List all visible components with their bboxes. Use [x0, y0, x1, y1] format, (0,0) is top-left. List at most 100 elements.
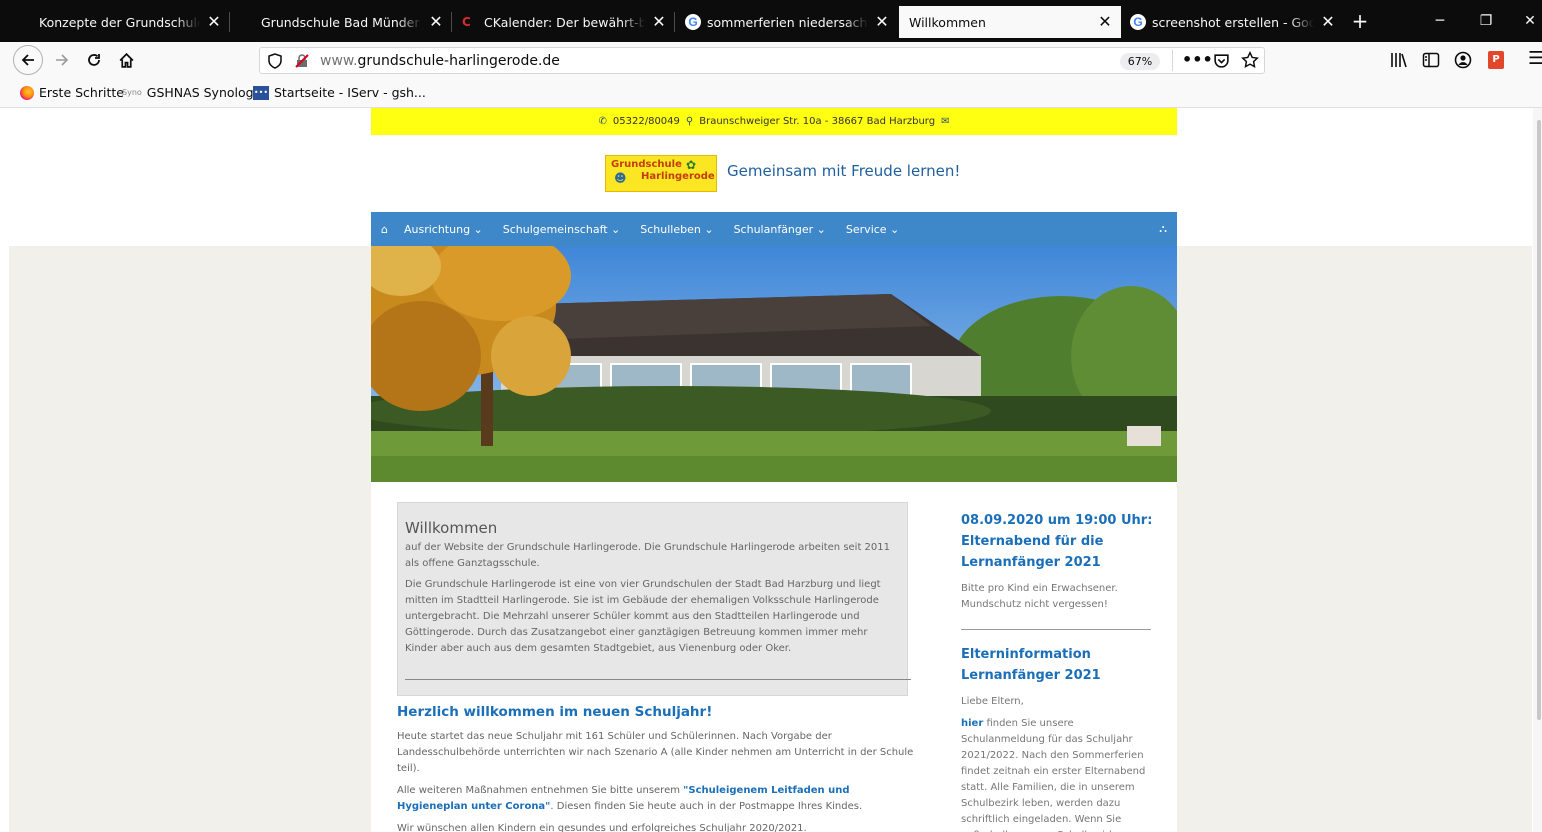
close-icon[interactable]: ✕: [874, 14, 890, 30]
divider: [1172, 50, 1173, 71]
news-paragraph: Alle weiteren Maßnahmen entnehmen Sie bi…: [397, 783, 917, 815]
close-icon[interactable]: ✕: [428, 14, 444, 30]
tab-willkommen[interactable]: Willkommen ✕: [899, 6, 1121, 38]
header-logo-area: Grundschule Harlingerode ✿ ☻ Gemeinsam m…: [371, 135, 1177, 212]
bookmark-label: GSHNAS Synology: [146, 85, 261, 100]
divider: [961, 629, 1151, 630]
pocket-icon[interactable]: [1213, 52, 1230, 69]
star-icon[interactable]: [1241, 51, 1259, 69]
welcome-paragraph: auf der Website der Grundschule Harlinge…: [405, 542, 891, 569]
back-button[interactable]: [13, 45, 43, 75]
close-window-button[interactable]: ✕: [1508, 4, 1542, 38]
menu-item-schulgemeinschaft[interactable]: Schulgemeinschaft ⌄: [503, 223, 621, 236]
menu-label: Ausrichtung: [403, 222, 471, 236]
page-actions-icon[interactable]: •••: [1182, 50, 1213, 69]
restore-button[interactable]: ❐: [1464, 4, 1508, 38]
main-menu: ⌂ Ausrichtung ⌄ Schulgemeinschaft ⌄ Schu…: [371, 212, 1177, 246]
ckalender-favicon-icon: C: [462, 15, 471, 29]
sidebar-greeting: Liebe Eltern,: [961, 696, 1024, 707]
url-text[interactable]: www.grundschule-harlingerode.de: [320, 53, 560, 69]
forward-button[interactable]: [47, 46, 77, 74]
welcome-heading: Willkommen: [405, 519, 498, 537]
bookmark-label: Erste Schritte: [39, 85, 124, 100]
url-prefix: www.: [320, 53, 358, 69]
zoom-indicator[interactable]: 67%: [1120, 53, 1160, 70]
tab-title: Willkommen: [909, 14, 986, 30]
menu-label: Schulleben: [640, 222, 701, 236]
tab-konzepte[interactable]: Konzepte der Grundschule Bad ✕: [9, 6, 230, 38]
school-building-photo: [371, 246, 1177, 482]
close-icon[interactable]: ✕: [651, 14, 667, 30]
school-logo[interactable]: Grundschule Harlingerode ✿ ☻: [605, 155, 717, 192]
insecure-lock-icon[interactable]: [294, 53, 310, 69]
reload-button[interactable]: [79, 46, 109, 74]
sidebar-text: Bitte pro Kind ein Erwachsener. Mundschu…: [961, 583, 1118, 610]
phone-number[interactable]: 05322/80049: [613, 116, 680, 127]
account-icon[interactable]: [1454, 51, 1472, 69]
sidebar-text: hier finden Sie unsere Schulanmeldung fü…: [961, 716, 1153, 832]
google-favicon-icon: G: [1130, 14, 1146, 30]
arrow-left-icon: [21, 54, 34, 66]
new-tab-button[interactable]: +: [1342, 4, 1378, 38]
sidebar-heading-elternabend[interactable]: 08.09.2020 um 19:00 Uhr: Elternabend für…: [961, 510, 1153, 573]
menu-label: Schulanfänger: [733, 222, 814, 236]
tab-screenshot[interactable]: G screenshot erstellen - Google S ✕: [1122, 6, 1344, 38]
shield-icon[interactable]: [268, 53, 282, 69]
close-icon[interactable]: ✕: [1320, 14, 1336, 30]
hamburger-menu-icon[interactable]: ☰: [1528, 48, 1542, 69]
slogan: Gemeinsam mit Freude lernen!: [727, 162, 961, 180]
address: Braunschweiger Str. 10a - 38667 Bad Harz…: [699, 116, 936, 127]
sidebar-body: finden Sie unsere Schulanmeldung für das…: [961, 718, 1146, 832]
menu-item-service[interactable]: Service ⌄: [846, 223, 899, 236]
kid-figure-icon: ☻: [614, 171, 627, 185]
main-content: Willkommen auf der Website der Grundschu…: [371, 482, 1177, 832]
menu-item-schulanfaenger[interactable]: Schulanfänger ⌄: [734, 223, 826, 236]
extension-p-icon[interactable]: P: [1488, 51, 1504, 69]
bookmark-iserv[interactable]: ••• Startseite - IServ - gsh...: [253, 85, 426, 100]
tab-ckalender[interactable]: C CKalender: Der bewährt-beliebte ✕: [454, 6, 675, 38]
scrollbar-thumb[interactable]: [1537, 120, 1541, 720]
reload-icon: [88, 54, 100, 66]
tab-title: Grundschule Bad Münder - 2019: [261, 14, 422, 30]
contact-bar: ✆ 05322/80049 ⚲ Braunschweiger Str. 10a …: [371, 108, 1177, 135]
tab-title: Konzepte der Grundschule Bad: [39, 14, 200, 30]
location-pin-icon: ⚲: [685, 116, 694, 127]
home-icon[interactable]: ⌂: [381, 223, 388, 236]
sidebar-heading-elterninformation[interactable]: Elterninformation Lernanfänger 2021: [961, 644, 1153, 686]
bookmark-erste-schritte[interactable]: Erste Schritte: [20, 85, 124, 100]
close-icon[interactable]: ✕: [206, 14, 222, 30]
tab-bad-muender[interactable]: Grundschule Bad Münder - 2019 ✕: [231, 6, 452, 38]
menu-label: Service: [845, 222, 887, 236]
tab-title: screenshot erstellen - Google S: [1152, 14, 1314, 30]
navigation-toolbar: www.grundschule-harlingerode.de 67% ••• …: [0, 42, 1542, 78]
tab-strip: Konzepte der Grundschule Bad ✕ Grundschu…: [0, 0, 1542, 42]
url-bar[interactable]: www.grundschule-harlingerode.de 67% •••: [259, 47, 1265, 74]
tab-sommerferien[interactable]: G sommerferien niedersachsen 2020 ✕: [677, 6, 898, 38]
library-icon[interactable]: [1390, 51, 1408, 69]
bookmark-label: Startseite - IServ - gsh...: [274, 85, 426, 100]
news-text: Alle weiteren Maßnahmen entnehmen Sie bi…: [397, 785, 684, 796]
phone-icon: ✆: [598, 116, 607, 127]
news-text: . Diesen finden Sie heute auch in der Po…: [550, 801, 863, 812]
news-article: Herzlich willkommen im neuen Schuljahr! …: [397, 704, 917, 832]
news-heading[interactable]: Herzlich willkommen im neuen Schuljahr!: [397, 704, 917, 720]
divider: [405, 679, 911, 680]
welcome-paragraph: Die Grundschule Harlingerode ist eine vo…: [405, 579, 881, 654]
arrow-right-icon: [56, 54, 69, 66]
hier-link[interactable]: hier: [961, 718, 983, 729]
user-login-icon[interactable]: ⛬: [1159, 222, 1167, 236]
url-domain: grundschule-harlingerode.de: [357, 53, 560, 69]
sidebar: 08.09.2020 um 19:00 Uhr: Elternabend für…: [961, 510, 1153, 832]
tab-title: sommerferien niedersachsen 2020: [707, 14, 868, 30]
menu-item-schulleben[interactable]: Schulleben ⌄: [640, 223, 713, 236]
iserv-icon: •••: [253, 85, 269, 100]
close-icon[interactable]: ✕: [1097, 14, 1113, 30]
minimize-button[interactable]: ─: [1418, 4, 1462, 38]
synology-icon: Syno: [122, 88, 142, 97]
home-button[interactable]: [111, 46, 141, 74]
sidebar-icon[interactable]: [1422, 51, 1440, 69]
email-icon[interactable]: ✉: [941, 116, 949, 127]
bookmark-gshnas-synology[interactable]: Syno GSHNAS Synology: [122, 85, 261, 100]
news-paragraph: Wir wünschen allen Kindern ein gesundes …: [397, 823, 807, 832]
menu-item-ausrichtung[interactable]: Ausrichtung ⌄: [404, 223, 483, 236]
